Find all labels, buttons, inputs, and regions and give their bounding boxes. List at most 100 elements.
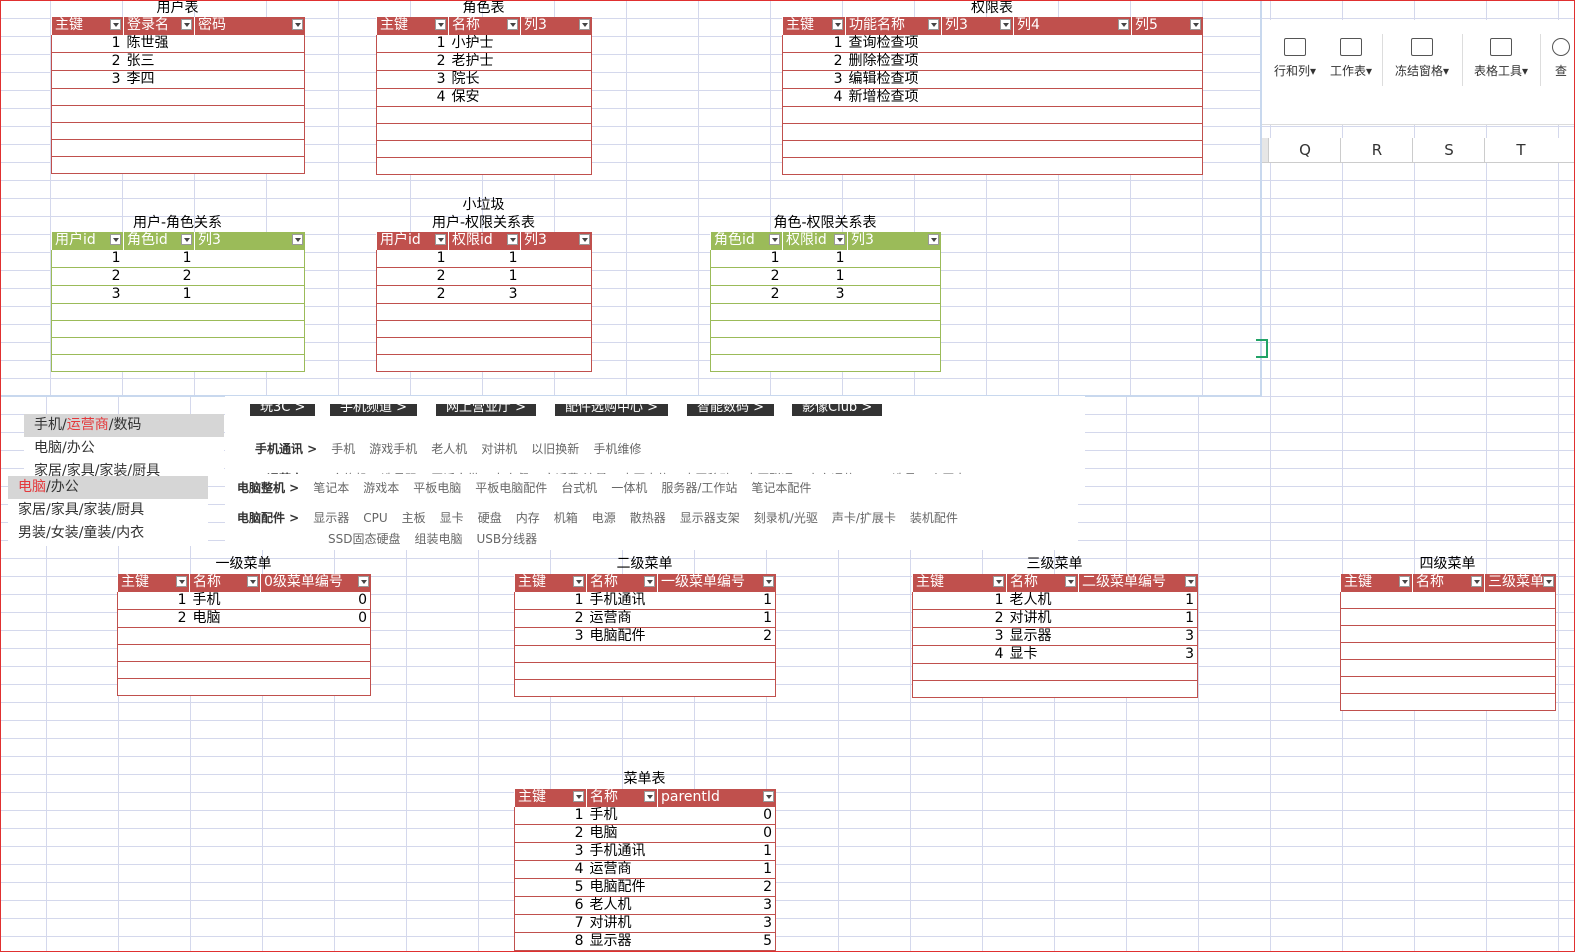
table-cell[interactable] (520, 34, 592, 53)
table-cell[interactable] (1131, 88, 1203, 107)
table-cell[interactable] (123, 303, 195, 321)
table-cell[interactable]: 1 (51, 249, 124, 268)
table-cell[interactable]: 1 (376, 34, 449, 53)
table-cell[interactable] (448, 337, 521, 355)
column-header-t[interactable]: T (1484, 138, 1557, 162)
filter-dropdown-icon[interactable] (1000, 19, 1011, 30)
table-cell[interactable] (189, 678, 261, 696)
column-header[interactable]: 列4 (1013, 17, 1132, 35)
table-cell[interactable] (1013, 123, 1132, 141)
category-link[interactable]: 以旧换新 (531, 442, 579, 456)
table-cell[interactable] (448, 354, 521, 372)
table-cell[interactable]: 张三 (123, 52, 195, 71)
side-menu-item-active[interactable]: 电脑/办公 (8, 476, 208, 499)
filter-dropdown-icon[interactable] (357, 576, 369, 587)
category-link[interactable]: 游戏本 (363, 481, 399, 495)
table-cell[interactable]: 对讲机 (1006, 609, 1079, 628)
table-cell[interactable] (194, 34, 305, 53)
column-header[interactable]: 主键 (514, 789, 587, 807)
category-link[interactable]: 组装电脑 (414, 532, 462, 546)
filter-dropdown-icon[interactable] (578, 19, 590, 30)
side-menu-item-active[interactable]: 手机/运营商/数码 (24, 414, 224, 437)
filter-dropdown-icon[interactable] (573, 576, 584, 587)
filter-dropdown-icon[interactable] (644, 576, 655, 587)
table-cell[interactable] (194, 139, 305, 157)
column-header[interactable]: 0级菜单编号 (260, 574, 371, 592)
table-cell[interactable]: 1 (1078, 609, 1198, 628)
table-cell[interactable] (782, 157, 846, 175)
table-cell[interactable] (520, 106, 592, 124)
table-cell[interactable] (847, 285, 941, 304)
table-cell[interactable] (520, 249, 592, 268)
table-cell[interactable]: 显示器 (586, 932, 658, 951)
column-header[interactable]: 主键 (376, 17, 449, 35)
table-cell[interactable] (1013, 70, 1132, 89)
table-cell[interactable] (520, 267, 592, 286)
table-cell[interactable] (1131, 157, 1203, 175)
table-cell[interactable] (376, 123, 449, 141)
table-cell[interactable] (847, 249, 941, 268)
column-header[interactable]: 主键 (912, 574, 1007, 592)
table-cell[interactable] (520, 140, 592, 158)
find-button[interactable]: 查 (1547, 38, 1575, 79)
table-cell[interactable]: 1 (51, 34, 124, 53)
table-cell[interactable] (1484, 608, 1556, 626)
table-cell[interactable]: 1 (710, 249, 783, 268)
table-cell[interactable] (51, 354, 124, 372)
table-cell[interactable]: 运营商 (586, 609, 658, 628)
table-cell[interactable] (1340, 676, 1413, 694)
table-cell[interactable]: 1 (123, 249, 195, 268)
table-cell[interactable] (1013, 140, 1132, 158)
table-cell[interactable] (448, 303, 521, 321)
filter-dropdown-icon[interactable] (993, 576, 1004, 587)
table-cell[interactable]: 1 (782, 249, 848, 268)
filter-dropdown-icon[interactable] (834, 234, 845, 245)
table-cell[interactable] (1412, 591, 1485, 609)
table-cell[interactable]: 显卡 (1006, 645, 1079, 664)
table-cell[interactable] (376, 157, 449, 175)
rows-columns-button[interactable]: 行和列▾ (1270, 38, 1320, 79)
table-cell[interactable]: 3 (448, 285, 521, 304)
table-cell[interactable] (448, 123, 521, 141)
table-cell[interactable] (941, 106, 1014, 124)
column-header[interactable]: 功能名称 (845, 17, 942, 35)
column-header[interactable]: 三级菜单 (1484, 574, 1556, 592)
table-cell[interactable]: 1 (117, 591, 190, 610)
table-cell[interactable]: 2 (51, 52, 124, 71)
table-cell[interactable] (117, 627, 190, 645)
table-cell[interactable] (586, 679, 658, 697)
table-cell[interactable] (1006, 663, 1079, 681)
table-cell[interactable] (657, 679, 776, 697)
table-cell[interactable] (51, 122, 124, 140)
table-cell[interactable] (1131, 70, 1203, 89)
filter-dropdown-icon[interactable] (247, 576, 258, 587)
table-cell[interactable]: 李四 (123, 70, 195, 89)
table-cell[interactable]: 3 (657, 914, 776, 933)
table-cell[interactable] (1412, 642, 1485, 660)
table-cell[interactable]: 1 (376, 249, 449, 268)
table-cell[interactable] (51, 337, 124, 355)
filter-dropdown-icon[interactable] (1184, 576, 1196, 587)
worksheet-button[interactable]: 工作表▾ (1326, 38, 1376, 79)
category-link[interactable]: 对讲机 (481, 442, 517, 456)
filter-dropdown-icon[interactable] (110, 19, 121, 30)
table-cell[interactable] (1006, 680, 1079, 698)
table-cell[interactable]: 2 (117, 609, 190, 628)
table-cell[interactable] (847, 320, 941, 338)
filter-dropdown-icon[interactable] (578, 234, 590, 245)
filter-dropdown-icon[interactable] (1399, 576, 1410, 587)
table-cell[interactable] (847, 267, 941, 286)
table-cell[interactable] (1013, 157, 1132, 175)
table-cell[interactable] (1484, 693, 1556, 711)
table-cell[interactable] (941, 88, 1014, 107)
table-cell[interactable] (51, 139, 124, 157)
table-cell[interactable]: 2 (514, 609, 587, 628)
table-cell[interactable]: 4 (514, 860, 587, 879)
table-cell[interactable] (847, 337, 941, 355)
column-header[interactable]: 角色id (710, 232, 783, 250)
table-cell[interactable]: 1 (448, 267, 521, 286)
table-cell[interactable] (520, 70, 592, 89)
category-link[interactable]: 刻录机/光驱 (754, 511, 818, 525)
column-header[interactable]: 主键 (117, 574, 190, 592)
column-header[interactable]: 主键 (782, 17, 846, 35)
